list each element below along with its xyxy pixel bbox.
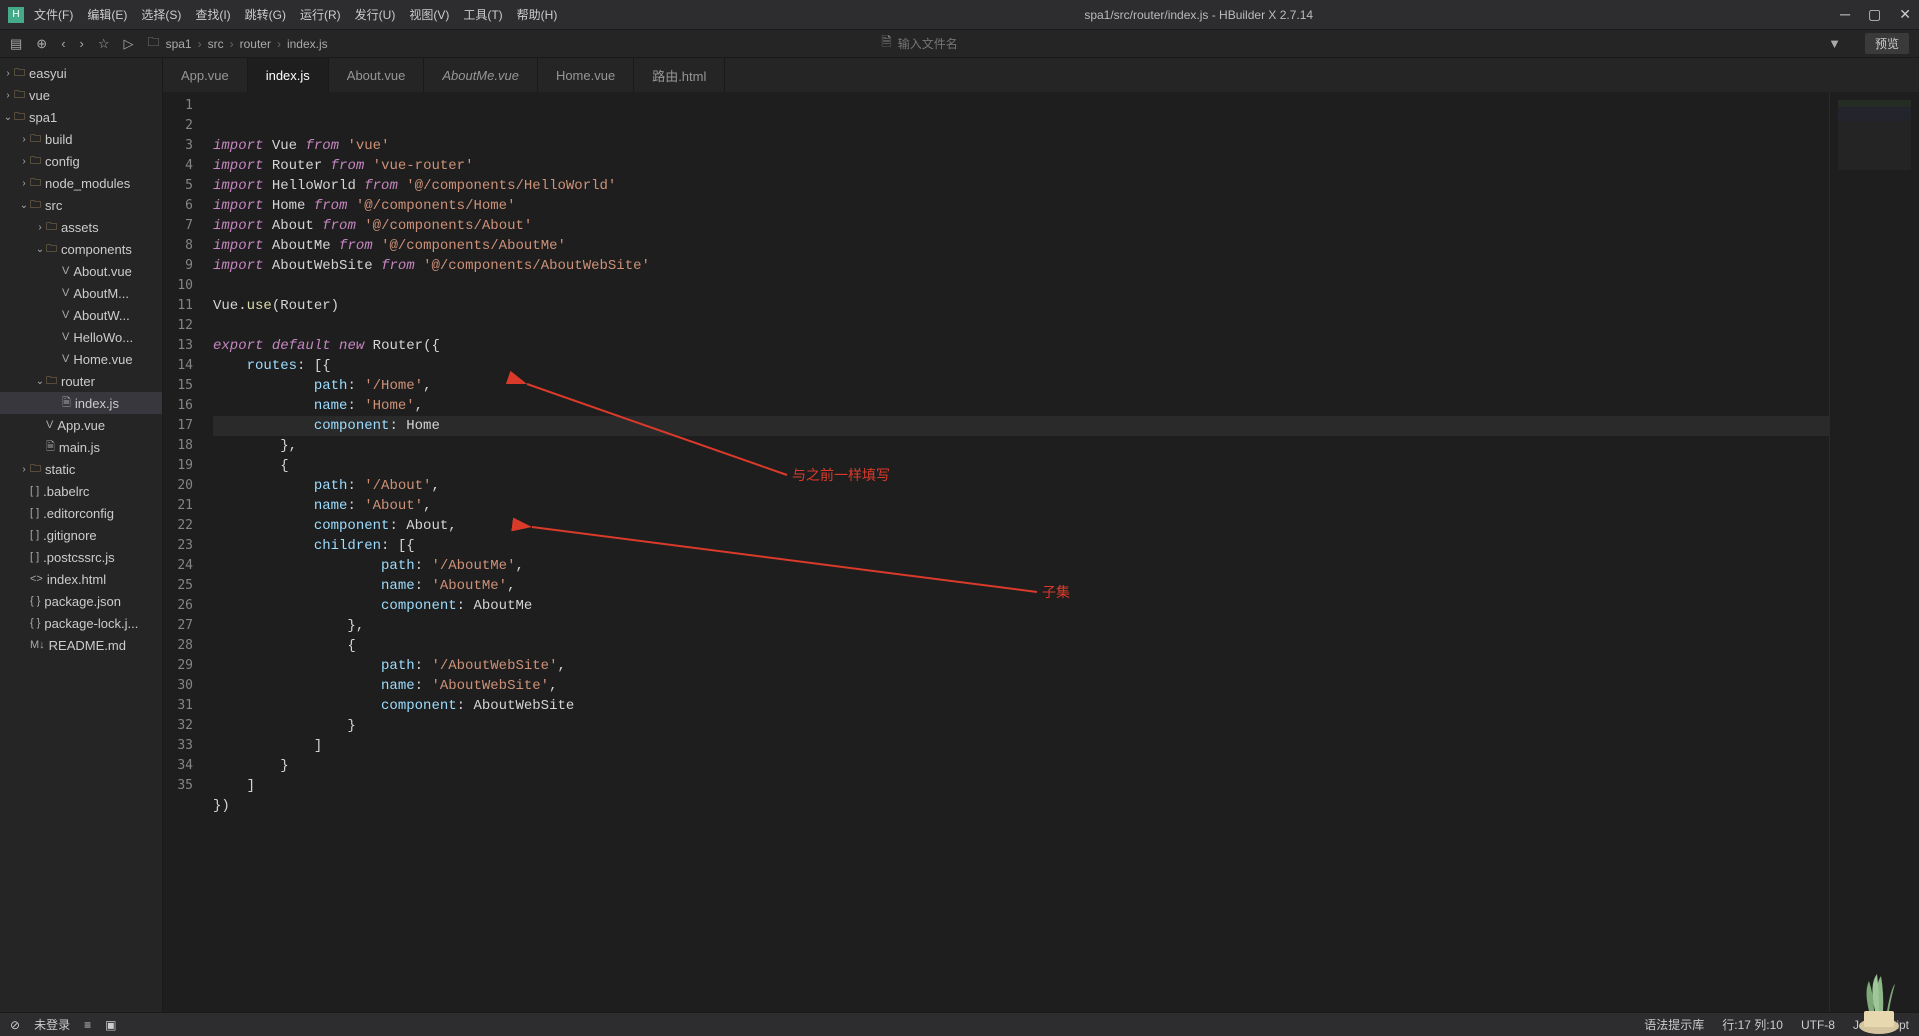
close-icon[interactable]: ✕ bbox=[1899, 6, 1911, 23]
nav-forward-icon[interactable]: › bbox=[80, 36, 84, 51]
tab-route-html[interactable]: 路由.html bbox=[634, 58, 725, 92]
tree-file-index-js[interactable]: 🗎index.js bbox=[0, 392, 162, 414]
tab-about-vue[interactable]: About.vue bbox=[329, 58, 425, 92]
status-bar: ⊘ 未登录 ≡ ▣ 语法提示库 行:17 列:10 UTF-8 JavaScri… bbox=[0, 1012, 1919, 1036]
tab-index-js[interactable]: index.js bbox=[248, 58, 329, 92]
terminal-icon[interactable]: ▣ bbox=[105, 1018, 116, 1032]
tree-file-package-json[interactable]: { }package.json bbox=[0, 590, 162, 612]
toolbar: ▤ ⊕ ‹ › ☆ ▷ 🗀 spa1 › src › router › inde… bbox=[0, 30, 1919, 58]
menu-help[interactable]: 帮助(H) bbox=[517, 6, 558, 23]
tree-file-main-js[interactable]: 🗎main.js bbox=[0, 436, 162, 458]
favorite-icon[interactable]: ☆ bbox=[98, 36, 110, 52]
fold-gutter bbox=[201, 92, 213, 1012]
status-cursor[interactable]: 行:17 列:10 bbox=[1722, 1016, 1783, 1033]
user-icon[interactable]: ⊘ bbox=[10, 1018, 20, 1032]
tree-file-home-vue[interactable]: VHome.vue bbox=[0, 348, 162, 370]
nav-back-icon[interactable]: ‹ bbox=[61, 36, 65, 51]
tree-folder-spa1[interactable]: ⌄🗀spa1 bbox=[0, 106, 162, 128]
tree-file-gitignore[interactable]: [ ].gitignore bbox=[0, 524, 162, 546]
tree-file-babelrc[interactable]: [ ].babelrc bbox=[0, 480, 162, 502]
menu-select[interactable]: 选择(S) bbox=[141, 6, 181, 23]
editor-body[interactable]: 1234567891011121314151617181920212223242… bbox=[163, 92, 1919, 1012]
tree-folder-components[interactable]: ⌄🗀components bbox=[0, 238, 162, 260]
menu-bar: 文件(F) 编辑(E) 选择(S) 查找(I) 跳转(G) 运行(R) 发行(U… bbox=[34, 6, 557, 23]
tree-file-aboutme-vue[interactable]: VAboutM... bbox=[0, 282, 162, 304]
tree-file-helloworld-vue[interactable]: VHelloWo... bbox=[0, 326, 162, 348]
tree-file-editorconfig[interactable]: [ ].editorconfig bbox=[0, 502, 162, 524]
window-controls: ─ ▢ ✕ bbox=[1840, 6, 1911, 23]
menu-edit[interactable]: 编辑(E) bbox=[87, 6, 127, 23]
main-area: ›🗀easyui ›🗀vue ⌄🗀spa1 ›🗀build ›🗀config ›… bbox=[0, 58, 1919, 1012]
breadcrumb-root-icon: 🗀 bbox=[148, 33, 160, 54]
tab-home-vue[interactable]: Home.vue bbox=[538, 58, 634, 92]
line-number-gutter: 1234567891011121314151617181920212223242… bbox=[163, 92, 201, 1012]
menu-view[interactable]: 视图(V) bbox=[409, 6, 449, 23]
minimap[interactable] bbox=[1829, 92, 1919, 1012]
tree-file-package-lock[interactable]: { }package-lock.j... bbox=[0, 612, 162, 634]
status-language[interactable]: JavaScript bbox=[1853, 1018, 1909, 1032]
preview-button[interactable]: 预览 bbox=[1865, 33, 1909, 54]
breadcrumb-part[interactable]: spa1 bbox=[166, 37, 192, 51]
tree-file-app-vue[interactable]: VApp.vue bbox=[0, 414, 162, 436]
tree-file-aboutwebsite-vue[interactable]: VAboutW... bbox=[0, 304, 162, 326]
tree-folder-assets[interactable]: ›🗀assets bbox=[0, 216, 162, 238]
menu-tool[interactable]: 工具(T) bbox=[463, 6, 502, 23]
app-logo-icon: H bbox=[8, 7, 24, 23]
menu-goto[interactable]: 跳转(G) bbox=[245, 6, 286, 23]
breadcrumb-part[interactable]: router bbox=[240, 37, 271, 51]
menu-run[interactable]: 运行(R) bbox=[300, 6, 341, 23]
status-encoding[interactable]: UTF-8 bbox=[1801, 1018, 1835, 1032]
file-search-input[interactable] bbox=[898, 37, 1038, 51]
tree-file-postcssrc[interactable]: [ ].postcssrc.js bbox=[0, 546, 162, 568]
tree-toggle-icon[interactable]: ▤ bbox=[10, 36, 22, 52]
tree-file-readme[interactable]: M↓README.md bbox=[0, 634, 162, 656]
status-syntax[interactable]: 语法提示库 bbox=[1644, 1016, 1704, 1033]
breadcrumb-part[interactable]: src bbox=[208, 37, 224, 51]
run-icon[interactable]: ▷ bbox=[124, 36, 134, 52]
breadcrumb: 🗀 spa1 › src › router › index.js bbox=[148, 33, 328, 54]
tree-folder-easyui[interactable]: ›🗀easyui bbox=[0, 62, 162, 84]
minimize-icon[interactable]: ─ bbox=[1840, 6, 1850, 23]
new-file-small-icon[interactable]: 🗎 bbox=[881, 33, 891, 55]
maximize-icon[interactable]: ▢ bbox=[1868, 6, 1881, 23]
menu-publish[interactable]: 发行(U) bbox=[355, 6, 396, 23]
tree-folder-node-modules[interactable]: ›🗀node_modules bbox=[0, 172, 162, 194]
menu-file[interactable]: 文件(F) bbox=[34, 6, 73, 23]
new-file-icon[interactable]: ⊕ bbox=[36, 36, 47, 52]
minimap-content bbox=[1838, 100, 1911, 170]
tree-folder-router[interactable]: ⌄🗀router bbox=[0, 370, 162, 392]
tree-folder-src[interactable]: ⌄🗀src bbox=[0, 194, 162, 216]
window-title: spa1/src/router/index.js - HBuilder X 2.… bbox=[557, 8, 1840, 22]
tab-app-vue[interactable]: App.vue bbox=[163, 58, 248, 92]
tab-aboutme-vue[interactable]: AboutMe.vue bbox=[424, 58, 538, 92]
list-icon[interactable]: ≡ bbox=[84, 1018, 91, 1032]
login-status[interactable]: 未登录 bbox=[34, 1016, 70, 1033]
menu-find[interactable]: 查找(I) bbox=[195, 6, 230, 23]
tree-folder-static[interactable]: ›🗀static bbox=[0, 458, 162, 480]
editor-region: App.vue index.js About.vue AboutMe.vue H… bbox=[163, 58, 1919, 1012]
tree-folder-config[interactable]: ›🗀config bbox=[0, 150, 162, 172]
breadcrumb-part[interactable]: index.js bbox=[287, 37, 328, 51]
file-explorer[interactable]: ›🗀easyui ›🗀vue ⌄🗀spa1 ›🗀build ›🗀config ›… bbox=[0, 58, 163, 1012]
code-content[interactable]: import Vue from 'vue' import Router from… bbox=[213, 92, 1829, 1012]
tabs-bar: App.vue index.js About.vue AboutMe.vue H… bbox=[163, 58, 1919, 92]
tree-file-index-html[interactable]: <>index.html bbox=[0, 568, 162, 590]
tree-file-about-vue[interactable]: VAbout.vue bbox=[0, 260, 162, 282]
title-bar: H 文件(F) 编辑(E) 选择(S) 查找(I) 跳转(G) 运行(R) 发行… bbox=[0, 0, 1919, 30]
tree-folder-build[interactable]: ›🗀build bbox=[0, 128, 162, 150]
filter-icon[interactable]: ▼ bbox=[1828, 36, 1841, 51]
file-search: 🗎 bbox=[881, 33, 1037, 55]
tree-folder-vue[interactable]: ›🗀vue bbox=[0, 84, 162, 106]
